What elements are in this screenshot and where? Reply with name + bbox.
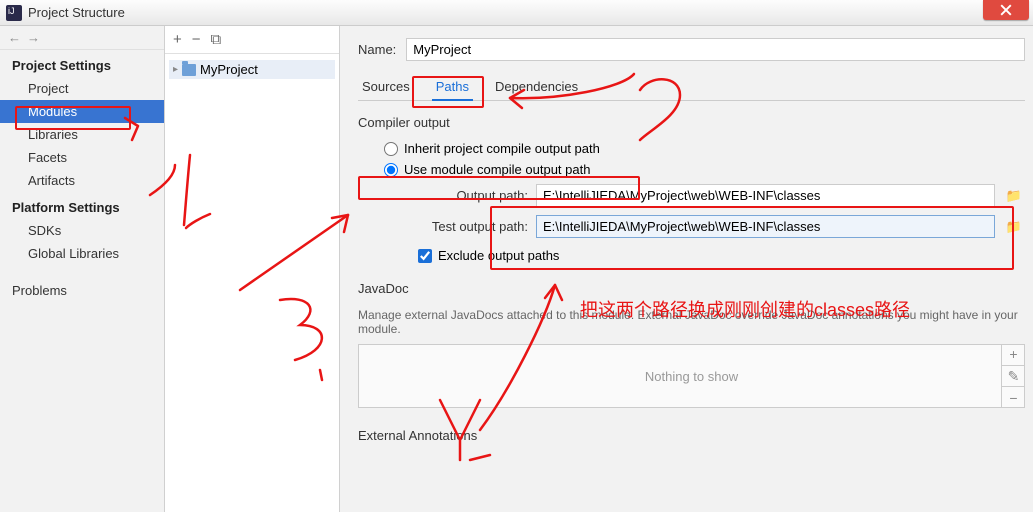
- nav-global-libraries[interactable]: Global Libraries: [0, 242, 164, 265]
- add-icon[interactable]: +: [173, 31, 182, 48]
- exclude-label[interactable]: Exclude output paths: [438, 248, 559, 263]
- copy-icon[interactable]: ⧉: [211, 31, 222, 48]
- radio-inherit[interactable]: [384, 142, 398, 156]
- javadoc-remove-icon[interactable]: −: [1002, 387, 1025, 408]
- nav-modules[interactable]: Modules: [0, 100, 164, 123]
- tab-sources[interactable]: Sources: [358, 75, 414, 100]
- app-icon: [6, 5, 22, 21]
- nav-libraries[interactable]: Libraries: [0, 123, 164, 146]
- external-annotations-header: External Annotations: [358, 428, 1025, 443]
- nav-sdks[interactable]: SDKs: [0, 219, 164, 242]
- javadoc-edit-icon[interactable]: ✎: [1002, 366, 1025, 388]
- close-button[interactable]: [983, 0, 1029, 20]
- tree-node-label: MyProject: [200, 62, 258, 77]
- nav-back-icon[interactable]: ←: [8, 30, 21, 45]
- nav-project[interactable]: Project: [0, 77, 164, 100]
- nav-forward-icon[interactable]: →: [27, 30, 40, 45]
- section-project-settings: Project Settings: [0, 50, 164, 77]
- tree-node-myproject[interactable]: ▸ MyProject: [169, 60, 335, 79]
- radio-use-module[interactable]: [384, 163, 398, 177]
- module-name-input[interactable]: [406, 38, 1025, 61]
- close-icon: [1000, 4, 1012, 16]
- sidebar: ← → Project Settings Project Modules Lib…: [0, 26, 165, 512]
- module-tree-panel: + − ⧉ ▸ MyProject: [165, 26, 340, 512]
- chevron-right-icon: ▸: [173, 64, 178, 75]
- window-title: Project Structure: [28, 5, 125, 20]
- tab-dependencies[interactable]: Dependencies: [491, 75, 582, 100]
- radio-use-module-label[interactable]: Use module compile output path: [404, 162, 590, 177]
- name-label: Name:: [358, 42, 396, 57]
- nav-history: ← →: [0, 26, 164, 50]
- tab-bar: Sources Paths Dependencies: [358, 75, 1025, 101]
- compiler-output-header: Compiler output: [358, 115, 1025, 130]
- radio-inherit-label[interactable]: Inherit project compile output path: [404, 141, 600, 156]
- javadoc-header: JavaDoc: [358, 281, 1025, 296]
- titlebar: Project Structure: [0, 0, 1033, 26]
- tab-paths[interactable]: Paths: [432, 75, 473, 100]
- exclude-checkbox[interactable]: [418, 249, 432, 263]
- tree-toolbar: + − ⧉: [165, 26, 339, 54]
- nav-facets[interactable]: Facets: [0, 146, 164, 169]
- test-output-input[interactable]: [536, 215, 995, 238]
- nav-artifacts[interactable]: Artifacts: [0, 169, 164, 192]
- browse-test-output-icon[interactable]: 📁: [1003, 216, 1025, 238]
- test-output-label: Test output path:: [418, 219, 528, 234]
- nav-problems[interactable]: Problems: [0, 279, 164, 302]
- section-platform-settings: Platform Settings: [0, 192, 164, 219]
- javadoc-description: Manage external JavaDocs attached to thi…: [358, 308, 1025, 336]
- output-path-input[interactable]: [536, 184, 995, 207]
- output-path-label: Output path:: [418, 188, 528, 203]
- browse-output-icon[interactable]: 📁: [1003, 185, 1025, 207]
- folder-icon: [182, 64, 196, 76]
- remove-icon[interactable]: −: [192, 31, 201, 48]
- detail-panel: Name: Sources Paths Dependencies Compile…: [340, 26, 1033, 512]
- javadoc-add-icon[interactable]: +: [1002, 344, 1025, 366]
- javadoc-list: Nothing to show + ✎ −: [358, 344, 1025, 408]
- empty-text: Nothing to show: [645, 369, 738, 384]
